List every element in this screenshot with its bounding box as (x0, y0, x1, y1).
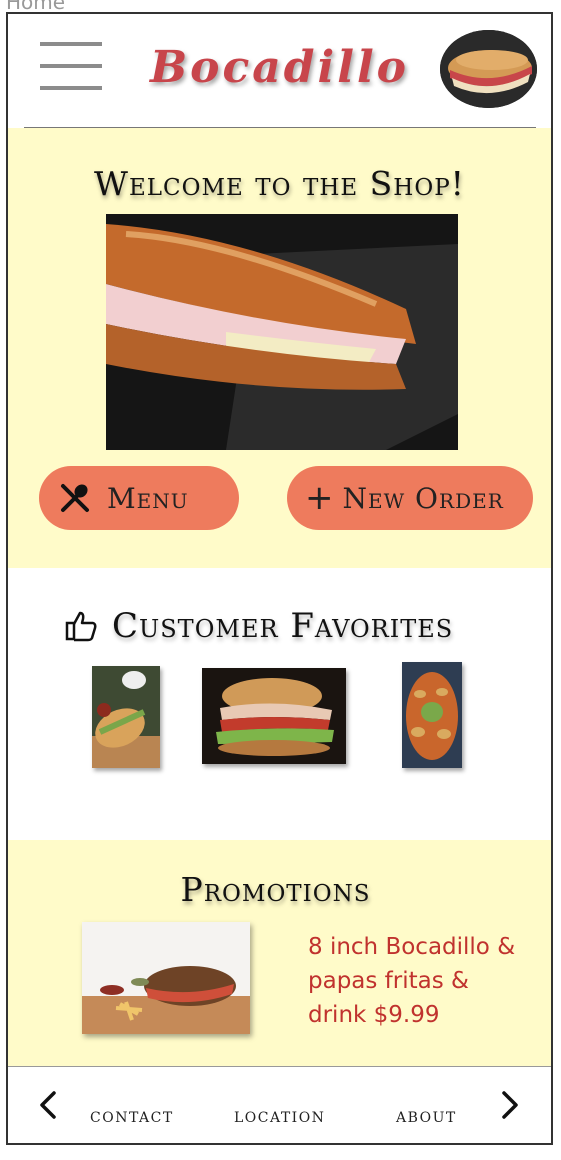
nav-about[interactable]: about (396, 1103, 457, 1127)
new-order-button[interactable]: + New Order (287, 466, 533, 530)
thumbs-up-icon (64, 609, 98, 643)
favorite-item-image[interactable] (92, 666, 160, 768)
promotions-title: Promotions (180, 870, 371, 909)
plus-icon: + (305, 478, 335, 518)
nav-location[interactable]: location (234, 1103, 325, 1127)
welcome-title: Welcome to the Shop! (94, 164, 465, 203)
favorites-heading: Customer Favorites (64, 606, 453, 646)
promotion-image[interactable] (82, 922, 250, 1034)
new-order-button-label: New Order (342, 481, 504, 515)
menu-button[interactable]: Menu (39, 466, 239, 530)
phone-frame: Bocadillo Welcome to the Shop! Menu + Ne… (6, 12, 553, 1145)
hero-sandwich-image (106, 214, 458, 450)
utensils-icon (59, 482, 91, 514)
favorites-title: Customer Favorites (112, 606, 454, 646)
bottom-navigation: contact location about (8, 1066, 551, 1143)
app-header: Bocadillo (8, 14, 551, 128)
favorite-item-image[interactable] (202, 668, 346, 764)
chevron-right-icon[interactable] (494, 1087, 524, 1123)
chevron-left-icon[interactable] (34, 1087, 64, 1123)
sandwich-avatar[interactable] (440, 30, 537, 108)
promotions-section: Promotions 8 inch Bocadillo & papas frit… (8, 840, 551, 1066)
nav-contact[interactable]: contact (90, 1103, 174, 1127)
welcome-section: Welcome to the Shop! Menu + New Order (8, 128, 551, 568)
favorite-item-image[interactable] (402, 662, 462, 768)
favorites-section: Customer Favorites (8, 568, 551, 840)
menu-button-label: Menu (107, 481, 189, 515)
promotion-description: 8 inch Bocadillo & papas fritas & drink … (308, 934, 516, 1028)
